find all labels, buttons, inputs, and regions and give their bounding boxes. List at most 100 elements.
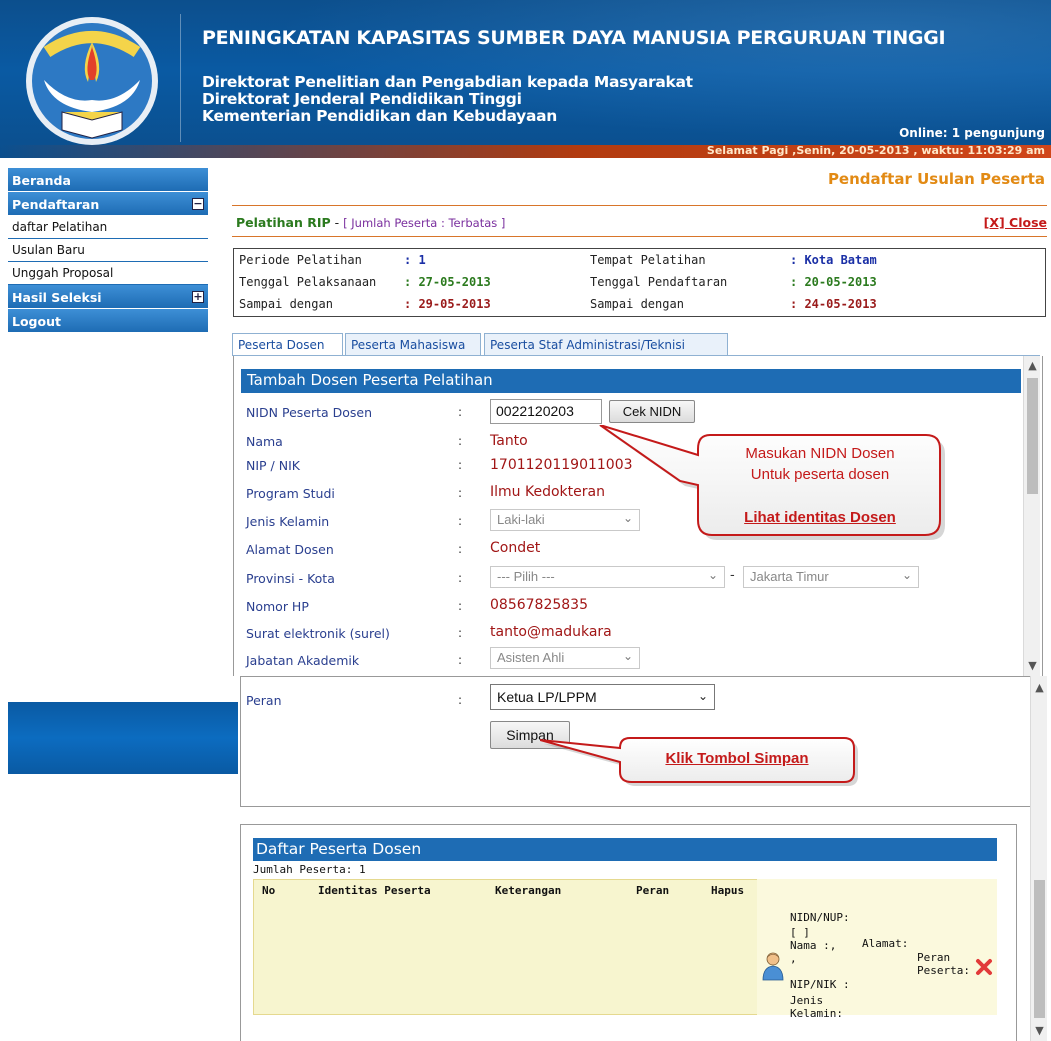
prodi-value: Ilmu Kedokteran	[490, 484, 605, 500]
tempat-label: Tempat Pelatihan	[590, 253, 706, 267]
chevron-down-icon: ⌄	[901, 568, 912, 582]
colon: :	[458, 405, 463, 419]
user-icon	[762, 951, 784, 981]
sidebar-item-unggah-proposal[interactable]: Unggah Proposal	[8, 262, 208, 285]
scroll-down-icon[interactable]: ▼	[1031, 1023, 1048, 1039]
jumlah-peserta-note: [ Jumlah Peserta : Terbatas ]	[343, 216, 506, 230]
nidn-callout-line-1: Masukan NIDN Dosen	[745, 445, 895, 462]
site-title: PENINGKATAN KAPASITAS SUMBER DAYA MANUSI…	[202, 27, 946, 49]
nomor-hp-value: 08567825835	[490, 597, 588, 613]
divider	[232, 205, 1047, 206]
colon: :	[458, 599, 463, 613]
pelatihan-info-box: Periode Pelatihan : 1 Tenggal Pelaksanaa…	[233, 248, 1046, 317]
delete-icon[interactable]	[975, 958, 993, 976]
nidn-input[interactable]: 0022120203	[490, 399, 602, 424]
sidebar-item-label: Hasil Seleksi	[12, 290, 102, 305]
chevron-down-icon: ⌄	[622, 649, 633, 663]
nidn-callout-line-2: Untuk peserta dosen	[750, 466, 890, 483]
row-peran-1: Peran	[917, 951, 951, 964]
alamat-label: Alamat Dosen	[246, 542, 334, 557]
scrollbar-thumb[interactable]	[1027, 378, 1038, 494]
prodi-label: Program Studi	[246, 486, 335, 501]
colon: :	[458, 514, 463, 528]
sampai-label-2: Sampai dengan	[590, 297, 684, 311]
chevron-down-icon: ⌄	[707, 568, 718, 582]
sidebar-item-logout[interactable]: Logout	[8, 309, 208, 333]
tempat-value: : Kota Batam	[790, 253, 877, 267]
sampai-label-1: Sampai dengan	[239, 297, 333, 311]
nama-label: Nama	[246, 434, 283, 449]
sidebar-item-label: Pendaftaran	[12, 197, 100, 212]
kota-value: Jakarta Timur	[750, 569, 829, 584]
row-nidn-value: [ ]	[790, 926, 810, 939]
tab-peserta-staf[interactable]: Peserta Staf Administrasi/Teknisi	[484, 333, 728, 355]
provinsi-kota-separator: -	[730, 568, 735, 583]
sidebar-item-beranda[interactable]: Beranda	[8, 168, 208, 192]
tab-peserta-mahasiswa[interactable]: Peserta Mahasiswa	[345, 333, 481, 355]
scrollbar-thumb[interactable]	[1034, 880, 1045, 1018]
cek-nidn-button[interactable]: Cek NIDN	[609, 400, 695, 423]
expand-icon[interactable]: +	[192, 291, 204, 303]
header-divider	[180, 14, 181, 142]
colon: :	[458, 434, 463, 448]
collapse-icon[interactable]: −	[192, 198, 204, 210]
sidebar-item-pendaftaran[interactable]: Pendaftaran −	[8, 192, 208, 216]
sidebar-footer-band	[8, 702, 238, 774]
row-comma: ,	[790, 952, 797, 965]
row-jenis: Jenis	[790, 994, 824, 1007]
provinsi-value: --- Pilih ---	[497, 569, 555, 584]
tut-wuri-handayani-logo	[22, 12, 162, 150]
colon: :	[458, 542, 463, 556]
sidebar-item-hasil-seleksi[interactable]: Hasil Seleksi +	[8, 285, 208, 309]
kota-select[interactable]: Jakarta Timur ⌄	[743, 566, 919, 588]
pelatihan-title: Pelatihan RIP - [ Jumlah Peserta : Terba…	[236, 215, 505, 230]
colon: :	[458, 571, 463, 585]
colon: :	[458, 653, 463, 667]
panel-divider	[240, 676, 1040, 677]
row-nama: Nama :,	[790, 939, 837, 952]
col-keterangan: Keterangan	[495, 884, 562, 897]
jenis-kelamin-label: Jenis Kelamin	[246, 514, 330, 529]
peran-select[interactable]: Ketua LP/LPPM ⌄	[490, 684, 715, 710]
sidebar-item-usulan-baru[interactable]: Usulan Baru	[8, 239, 208, 262]
scroll-up-icon[interactable]: ▲	[1031, 680, 1048, 696]
provinsi-select[interactable]: --- Pilih --- ⌄	[490, 566, 725, 588]
sidebar-item-daftar-pelatihan[interactable]: daftar Pelatihan	[8, 216, 208, 239]
scroll-up-icon[interactable]: ▲	[1024, 358, 1041, 374]
col-identitas: Identitas Peserta	[318, 884, 431, 897]
page-title: Pendaftar Usulan Peserta	[827, 170, 1045, 188]
form-scrollbar[interactable]: ▲ ▼	[1023, 356, 1040, 676]
divider	[232, 236, 1047, 237]
periode-value: : 1	[404, 253, 426, 267]
colon: :	[458, 458, 463, 472]
email-label: Surat elektronik (surel)	[246, 626, 390, 641]
header-line-3: Kementerian Pendidikan dan Kebudayaan	[202, 107, 558, 125]
sampai-value-1: : 29-05-2013	[404, 297, 491, 311]
nidn-label: NIDN Peserta Dosen	[246, 405, 373, 420]
close-link[interactable]: [X] Close	[984, 215, 1047, 230]
online-counter: Online: 1 pengunjung	[899, 126, 1045, 140]
jabatan-select[interactable]: Asisten Ahli ⌄	[490, 647, 640, 669]
colon: :	[458, 486, 463, 500]
nidn-callout-link: Lihat identitas Dosen	[744, 509, 896, 526]
peran-value: Ketua LP/LPPM	[497, 689, 597, 705]
header-line-2: Direktorat Jenderal Pendidikan Tinggi	[202, 90, 522, 108]
chevron-down-icon: ⌄	[697, 689, 708, 703]
header-line-1: Direktorat Penelitian dan Pengabdian kep…	[202, 73, 693, 91]
scroll-down-icon[interactable]: ▼	[1024, 658, 1041, 674]
nama-value: Tanto	[490, 433, 528, 449]
jumlah-peserta: Jumlah Peserta: 1	[253, 863, 366, 876]
row-nip: NIP/NIK :	[790, 978, 850, 991]
page-scrollbar[interactable]: ▲ ▼	[1030, 676, 1047, 1041]
site-header: PENINGKATAN KAPASITAS SUMBER DAYA MANUSI…	[0, 0, 1051, 158]
periode-label: Periode Pelatihan	[239, 253, 362, 267]
jabatan-value: Asisten Ahli	[497, 650, 565, 665]
tab-peserta-dosen[interactable]: Peserta Dosen	[232, 333, 343, 356]
jabatan-label: Jabatan Akademik	[246, 653, 360, 668]
row-peran-2: Peserta:	[917, 964, 970, 977]
simpan-callout-text: Klik Tombol Simpan	[665, 750, 809, 767]
tgl-pelaksanaan-value: : 27-05-2013	[404, 275, 491, 289]
daftar-peserta-title: Daftar Peserta Dosen	[253, 838, 997, 861]
col-no: No	[262, 884, 276, 897]
sidebar-item-label: Beranda	[12, 173, 71, 188]
